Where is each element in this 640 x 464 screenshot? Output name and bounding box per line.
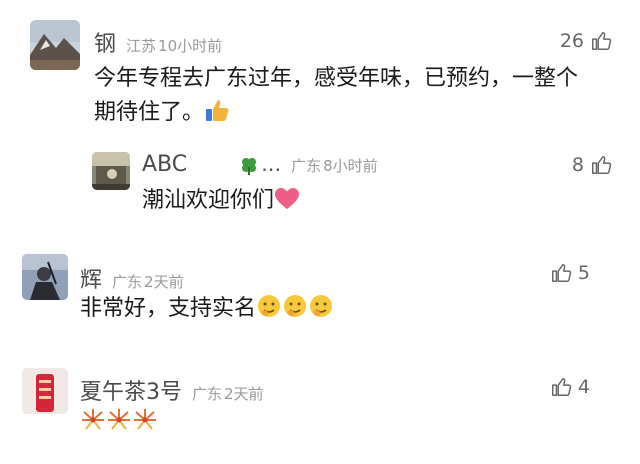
firework-emoji (108, 409, 130, 430)
like-button[interactable]: 8 (572, 154, 612, 176)
comment-meta: 辉 广东 2天前 (80, 262, 184, 294)
firework-emoji (82, 409, 104, 430)
avatar[interactable] (22, 368, 68, 414)
thumbs-up-icon (592, 32, 612, 50)
username[interactable]: 钢 (94, 26, 116, 58)
comment-meta: ABC … 广东 8小时前 (142, 152, 378, 177)
thumbs-up-icon (551, 264, 572, 282)
thinking-face-emoji (310, 295, 333, 317)
timestamp: 2天前 (144, 273, 184, 291)
region-label: 广东 (192, 385, 223, 403)
comment-text: 非常好，支持实名 (80, 292, 334, 326)
comment-text-line-2: 期待住了。 (94, 96, 624, 130)
timestamp: 8小时前 (323, 157, 378, 175)
comment-meta: 夏午茶3号 广东 2天前 (80, 374, 264, 406)
username[interactable]: 辉 (80, 262, 102, 294)
like-count: 8 (571, 154, 584, 176)
timestamp: 10小时前 (158, 37, 223, 55)
heart-emoji (275, 188, 300, 209)
like-count: 4 (577, 376, 590, 398)
region-label: 广东 (291, 157, 322, 175)
region-label: 江苏 (126, 37, 157, 55)
avatar[interactable] (22, 254, 68, 300)
thumbs-up-icon (551, 378, 572, 396)
comment-text (80, 406, 158, 440)
username[interactable]: ABC (142, 152, 187, 177)
timestamp: 2天前 (224, 385, 264, 403)
thumbs-up-emoji (206, 100, 229, 121)
badge-ellipsis: … (261, 152, 282, 176)
thumbs-up-icon (592, 156, 612, 174)
firework-emoji (134, 409, 156, 430)
comment-text: 潮汕欢迎你们 (142, 184, 300, 218)
comment-text-line: 今年专程去广东过年，感受年味，已预约，一整个 (94, 66, 579, 91)
like-button[interactable]: 4 (550, 376, 590, 398)
comment-meta: 钢 江苏 10小时前 (94, 26, 222, 58)
like-button[interactable]: 5 (550, 262, 590, 284)
like-count: 5 (577, 262, 590, 284)
avatar[interactable] (92, 152, 130, 190)
thinking-face-emoji-group (256, 295, 334, 321)
comment-text: 今年专程去广东过年，感受年味，已预约，一整个 期待住了。 (94, 62, 624, 130)
like-button[interactable]: 26 (560, 30, 612, 52)
region-label: 广东 (112, 273, 143, 291)
avatar[interactable] (30, 20, 80, 70)
clover-badge-icon (242, 157, 257, 175)
username[interactable]: 夏午茶3号 (80, 374, 182, 406)
like-count: 26 (559, 30, 584, 52)
thinking-face-emoji (258, 295, 281, 317)
thinking-face-emoji (284, 295, 307, 317)
